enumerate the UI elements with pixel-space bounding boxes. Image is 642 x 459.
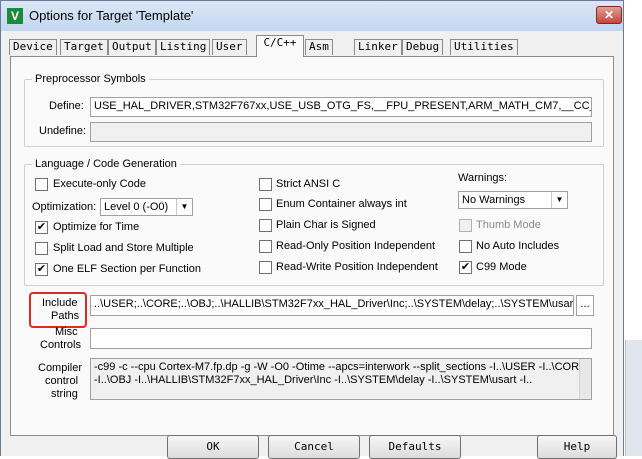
compiler-line-1: -c99 -c --cpu Cortex-M7.fp.dp -g -W -O0 … (94, 361, 587, 373)
defaults-button[interactable]: Defaults (369, 435, 461, 459)
tab-output[interactable]: Output (108, 39, 156, 55)
tab-debug[interactable]: Debug (402, 39, 444, 55)
keil-app-icon: V (7, 8, 23, 24)
tab-linker[interactable]: Linker (354, 39, 402, 55)
tab-utilities[interactable]: Utilities (450, 39, 518, 55)
window-title: Options for Target 'Template' (29, 8, 194, 23)
execute-only-checkbox[interactable] (35, 178, 48, 191)
ro-pos-checkbox[interactable] (259, 240, 272, 253)
one-elf-label: One ELF Section per Function (53, 263, 201, 275)
compiler-control-string: -c99 -c --cpu Cortex-M7.fp.dp -g -W -O0 … (90, 358, 592, 400)
optimize-time-checkbox[interactable]: ✔ (35, 221, 48, 234)
options-dialog: V Options for Target 'Template' ✕ Device… (0, 0, 624, 459)
optimization-select[interactable]: Level 0 (-O0) ▼ (100, 198, 193, 216)
execute-only-label: Execute-only Code (53, 178, 146, 190)
title-bar: V Options for Target 'Template' ✕ (1, 1, 623, 31)
thumb-mode-label: Thumb Mode (476, 219, 541, 231)
compiler-scrollbar[interactable] (579, 359, 591, 399)
chevron-down-icon: ▼ (551, 192, 567, 208)
compiler-label-line3: string (51, 388, 78, 400)
tab-listing[interactable]: Listing (156, 39, 211, 55)
optimization-value: Level 0 (-O0) (104, 201, 169, 213)
enum-container-checkbox[interactable] (259, 198, 272, 211)
undefine-field[interactable] (90, 122, 592, 142)
misc-label-line2: Controls (40, 339, 81, 351)
no-auto-includes-label: No Auto Includes (476, 240, 560, 252)
compiler-label-line1: Compiler (38, 362, 83, 374)
misc-label-line1: Misc (55, 326, 78, 338)
plain-char-label: Plain Char is Signed (276, 219, 376, 231)
ro-pos-label: Read-Only Position Independent (276, 240, 435, 252)
strict-ansi-checkbox[interactable] (259, 178, 272, 191)
split-load-checkbox[interactable] (35, 242, 48, 255)
language-group-title: Language / Code Generation (32, 158, 180, 170)
no-auto-includes-checkbox[interactable] (459, 240, 472, 253)
optimize-time-label: Optimize for Time (53, 221, 140, 233)
rw-pos-checkbox[interactable] (259, 261, 272, 274)
c99-mode-label: C99 Mode (476, 261, 527, 273)
strict-ansi-label: Strict ANSI C (276, 178, 341, 190)
thumb-mode-checkbox[interactable] (459, 219, 472, 232)
include-browse-button[interactable]: ... (576, 295, 594, 316)
warnings-label: Warnings: (458, 172, 508, 184)
help-button[interactable]: Help (537, 435, 617, 459)
define-label: Define: (49, 100, 84, 112)
chevron-down-icon: ▼ (176, 199, 192, 215)
enum-container-label: Enum Container always int (276, 198, 407, 210)
tab-cc[interactable]: C/C++ (256, 35, 304, 57)
undefine-label: Undefine: (39, 125, 87, 137)
plain-char-checkbox[interactable] (259, 219, 272, 232)
ok-button[interactable]: OK (167, 435, 259, 459)
tab-target[interactable]: Target (60, 39, 108, 55)
compiler-label-line2: control (45, 375, 79, 387)
rw-pos-label: Read-Write Position Independent (276, 261, 438, 273)
tab-asm[interactable]: Asm (305, 39, 333, 55)
warnings-value: No Warnings (462, 194, 526, 206)
include-label-line2: Paths (51, 310, 80, 322)
one-elf-checkbox[interactable]: ✔ (35, 263, 48, 276)
preprocessor-group-title: Preprocessor Symbols (32, 73, 149, 85)
tab-user[interactable]: User (212, 39, 247, 55)
warnings-select[interactable]: No Warnings ▼ (458, 191, 568, 209)
include-paths-field[interactable]: ..\USER;..\CORE;..\OBJ;..\HALLIB\STM32F7… (90, 295, 574, 316)
c99-mode-checkbox[interactable]: ✔ (459, 261, 472, 274)
compiler-line-2: -I..\OBJ -I..\HALLIB\STM32F7xx_HAL_Drive… (94, 374, 533, 386)
include-label-line1: Include (42, 297, 78, 309)
split-load-label: Split Load and Store Multiple (53, 242, 194, 254)
misc-controls-field[interactable] (90, 328, 592, 349)
tab-device[interactable]: Device (9, 39, 57, 55)
define-field[interactable]: USE_HAL_DRIVER,STM32F767xx,USE_USB_OTG_F… (90, 97, 592, 117)
optimization-label: Optimization: (32, 201, 97, 213)
background-window-edge (625, 340, 642, 456)
close-button[interactable]: ✕ (596, 6, 622, 24)
cancel-button[interactable]: Cancel (268, 435, 360, 459)
